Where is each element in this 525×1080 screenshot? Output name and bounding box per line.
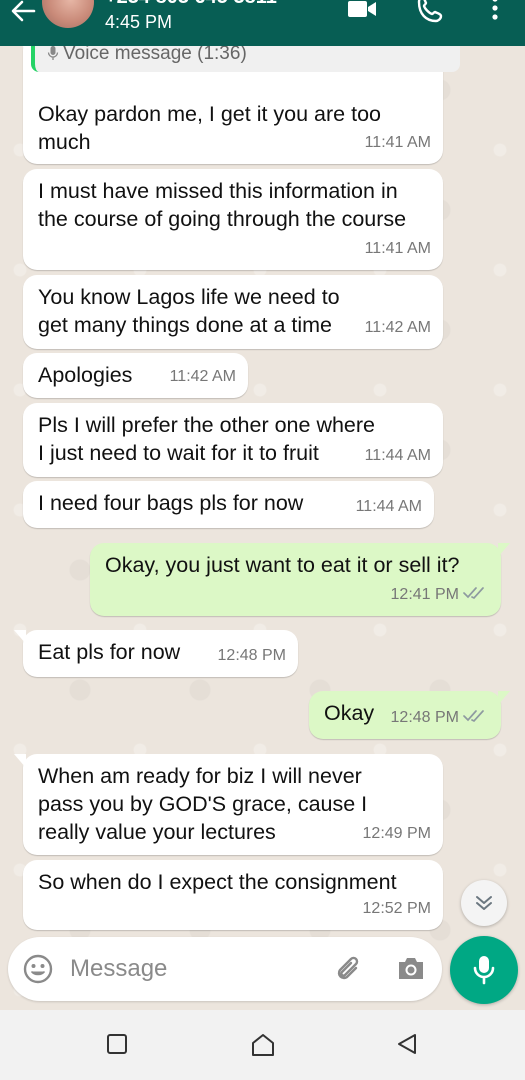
chat-header: +234 803 645 3811 4:45 PM: [0, 0, 525, 46]
message-composer: [8, 937, 442, 1001]
message-bubble-incoming[interactable]: When am ready for biz I will never pass …: [14, 754, 443, 855]
chevron-double-down-icon: [476, 896, 492, 910]
nav-home-icon[interactable]: [250, 1032, 276, 1058]
message-time: 11:44 AM: [355, 498, 422, 515]
read-ticks-icon: [463, 587, 484, 600]
message-time-row: 12:48 PM: [391, 704, 489, 732]
phone-icon[interactable]: [414, 0, 448, 26]
paperclip-icon[interactable]: [332, 953, 364, 985]
nav-recents-icon[interactable]: [105, 1032, 129, 1056]
mic-icon: [47, 46, 59, 60]
message-time-row: 12:41 PM: [391, 581, 489, 609]
message-bubble-incoming[interactable]: I must have missed this information in t…: [23, 169, 443, 270]
video-call-icon[interactable]: [345, 0, 379, 26]
message-time: 12:52 PM: [362, 900, 431, 917]
back-arrow-icon[interactable]: [6, 0, 40, 28]
message-text: You know Lagos life we need to get many …: [38, 285, 340, 337]
message-bubble-outgoing[interactable]: Okay, you just want to eat it or sell it…: [90, 543, 510, 616]
system-navigation-bar: [0, 1010, 525, 1080]
message-time: 11:42 AM: [364, 319, 431, 336]
quoted-text: Voice message (1:36): [63, 43, 247, 64]
message-time: 12:41 PM: [390, 586, 459, 603]
message-text: So when do I expect the consignment: [38, 870, 397, 894]
message-text: I must have missed this information in t…: [38, 179, 407, 231]
message-bubble-incoming[interactable]: I need four bags pls for now 11:44 AM: [23, 481, 434, 528]
mic-icon: [473, 956, 495, 985]
message-bubble-incoming[interactable]: Pls I will prefer the other one where I …: [23, 403, 443, 477]
message-time: 11:41 AM: [364, 134, 431, 151]
message-bubble-incoming[interactable]: Eat pls for now 12:48 PM: [14, 630, 298, 677]
message-bubble-incoming[interactable]: You know Lagos life we need to get many …: [23, 275, 443, 349]
message-bubble-incoming[interactable]: Voice message (1:36) Okay pardon me, I g…: [14, 22, 460, 164]
message-text: When am ready for biz I will never pass …: [38, 764, 368, 844]
message-text: Okay, you just want to eat it or sell it…: [105, 553, 460, 577]
message-input[interactable]: [70, 951, 320, 987]
message-time: 11:44 AM: [364, 447, 431, 464]
camera-icon[interactable]: [396, 955, 426, 983]
message-text: Pls I will prefer the other one where I …: [38, 413, 375, 465]
last-seen: 4:45 PM: [105, 12, 173, 32]
message-time: 12:49 PM: [362, 825, 431, 842]
more-vert-icon[interactable]: [478, 0, 512, 26]
read-ticks-icon: [463, 710, 484, 723]
message-time: 12:48 PM: [390, 709, 459, 726]
message-bubble-incoming[interactable]: So when do I expect the consignment 12:5…: [23, 860, 443, 930]
emoji-icon[interactable]: [22, 953, 54, 985]
message-bubble-outgoing[interactable]: Okay 12:48 PM: [309, 691, 510, 739]
voice-record-button[interactable]: [450, 936, 518, 1004]
message-time: 11:42 AM: [169, 368, 236, 385]
scroll-to-bottom-button[interactable]: [461, 880, 507, 926]
message-time: 11:41 AM: [364, 240, 431, 257]
message-bubble-incoming[interactable]: Apologies 11:42 AM: [23, 353, 248, 398]
contact-name[interactable]: +234 803 645 3811: [105, 0, 277, 9]
nav-back-icon[interactable]: [395, 1032, 419, 1056]
avatar[interactable]: [42, 0, 94, 28]
message-time: 12:48 PM: [217, 647, 286, 664]
